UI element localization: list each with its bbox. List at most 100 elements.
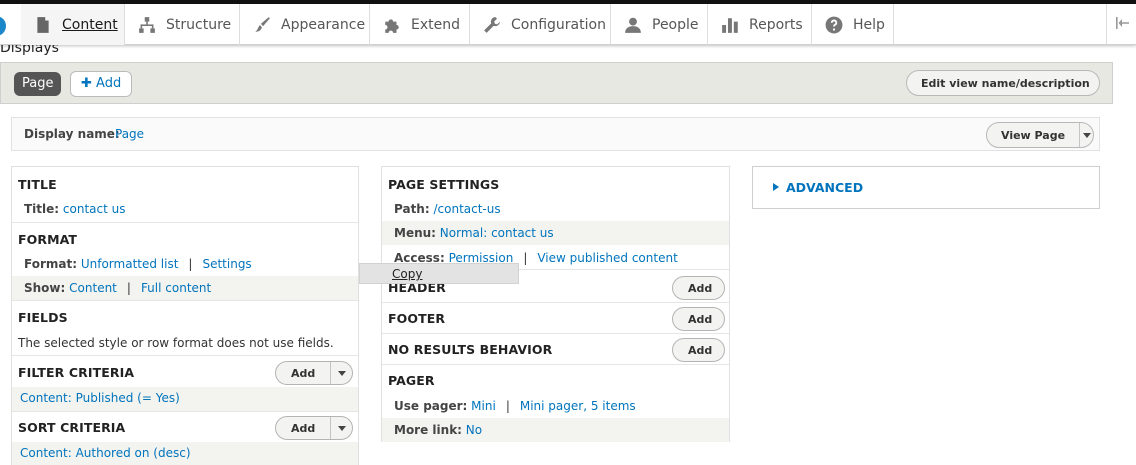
filter-heading: FILTER CRITERIA (18, 365, 135, 380)
access-settings-link[interactable]: View published content (537, 251, 677, 265)
add-display-label: Add (96, 76, 122, 91)
dropdown-arrow-icon[interactable] (330, 417, 352, 439)
sort-heading: SORT CRITERIA (18, 420, 126, 435)
sort-add-dropbutton[interactable]: Add (275, 416, 353, 440)
edit-view-dropbutton[interactable]: Edit view name/description (906, 70, 1100, 96)
path-link[interactable]: /contact-us (433, 202, 500, 216)
format-heading: FORMAT (18, 232, 78, 247)
wrench-icon (482, 15, 502, 35)
fields-note: The selected style or row format does no… (18, 336, 334, 350)
context-menu: Copy (359, 263, 519, 284)
paintbrush-icon (252, 15, 272, 35)
tab-page[interactable]: Page (14, 72, 62, 96)
format-settings-link[interactable]: Settings (202, 257, 251, 271)
separator: | (188, 257, 193, 271)
dropdown-arrow-icon[interactable] (1079, 123, 1093, 147)
show-label: Show: (24, 281, 66, 295)
display-name-link[interactable]: Page (115, 127, 144, 141)
divider (382, 302, 729, 303)
sort-row: Content: Authored on (desc) (20, 446, 191, 460)
toolbar-item-content[interactable]: Content (21, 4, 125, 45)
person-icon (623, 15, 643, 35)
footer-add-button[interactable]: Add (672, 307, 725, 331)
use-pager-row: Use pager: Mini | Mini pager, 5 items (394, 399, 636, 413)
dropdown-arrow-icon[interactable] (330, 362, 352, 384)
menu-link[interactable]: Normal: contact us (440, 226, 554, 240)
toolbar-item-structure[interactable]: Structure (125, 4, 240, 45)
file-icon (33, 15, 53, 35)
question-icon (824, 15, 844, 35)
advanced-toggle[interactable]: ADVANCED (773, 180, 863, 195)
more-link-row: More link: No (394, 423, 482, 437)
pager-heading: PAGER (388, 373, 435, 388)
sort-link[interactable]: Content: Authored on (desc) (20, 446, 191, 460)
puzzle-icon (382, 15, 402, 35)
filter-add-dropbutton[interactable]: Add (275, 361, 353, 385)
toolbar-item-label: Structure (166, 16, 232, 33)
format-link[interactable]: Unformatted list (81, 257, 179, 271)
use-pager-link[interactable]: Mini (471, 399, 496, 413)
use-pager-settings-link[interactable]: Mini pager, 5 items (520, 399, 636, 413)
separator: | (126, 281, 131, 295)
no-results-add-button[interactable]: Add (672, 338, 725, 362)
arrow-left-icon (1114, 16, 1130, 33)
caret-right-icon (773, 183, 779, 191)
page-settings-heading: PAGE SETTINGS (388, 177, 500, 192)
no-results-heading: NO RESULTS BEHAVIOR (388, 342, 553, 357)
toolbar-item-label: Help (853, 16, 885, 33)
filter-link[interactable]: Content: Published (= Yes) (20, 391, 180, 405)
divider (382, 333, 729, 334)
title-label: Title: (24, 202, 60, 216)
more-link-link[interactable]: No (466, 423, 482, 437)
sitemap-icon (137, 15, 157, 35)
toolbar-item-extend[interactable]: Extend (370, 4, 470, 45)
title-heading: TITLE (18, 177, 57, 192)
view-page-label: View Page (1001, 128, 1066, 142)
filter-row: Content: Published (= Yes) (20, 391, 180, 405)
edit-view-label: Edit view name/description (921, 76, 1090, 90)
header-add-label: Add (688, 281, 713, 295)
left-column: TITLE Title: contact us FORMAT Format: U… (11, 166, 359, 465)
divider (12, 411, 358, 412)
toolbar-item-help[interactable]: Help (812, 4, 894, 45)
toolbar-item-label: Appearance (281, 16, 366, 33)
divider (382, 364, 729, 365)
advanced-label: ADVANCED (786, 180, 864, 195)
footer-add-label: Add (688, 312, 713, 326)
view-page-dropbutton[interactable]: View Page (986, 122, 1094, 148)
show-settings-link[interactable]: Full content (141, 281, 211, 295)
toolbar-item-configuration[interactable]: Configuration (470, 4, 611, 45)
plus-icon: ✚ (81, 76, 92, 91)
bar-chart-icon (720, 15, 740, 35)
title-link[interactable]: contact us (63, 202, 126, 216)
admin-toolbar: Content Structure Appearance Extend Conf… (0, 0, 1136, 45)
header-add-button[interactable]: Add (672, 276, 725, 300)
show-link[interactable]: Content (69, 281, 117, 295)
no-results-add-label: Add (688, 343, 713, 357)
toolbar-item-label: Content (62, 16, 118, 33)
menu-label: Menu: (394, 226, 436, 240)
divider (12, 222, 358, 223)
add-display-button[interactable]: ✚ Add (70, 71, 133, 97)
display-name-label: Display name: (24, 127, 120, 141)
advanced-section[interactable]: ADVANCED (752, 166, 1100, 209)
fields-heading: FIELDS (18, 310, 68, 325)
toolbar-item-label: Reports (749, 16, 803, 33)
sort-add-label: Add (291, 421, 316, 435)
toolbar-orientation-toggle[interactable] (1106, 4, 1136, 45)
display-name-row: Display name: Page View Page (11, 117, 1100, 151)
use-pager-label: Use pager: (394, 399, 468, 413)
filter-add-label: Add (291, 366, 316, 380)
toolbar-item-appearance[interactable]: Appearance (240, 4, 370, 45)
more-link-label: More link: (394, 423, 462, 437)
toolbar-item-reports[interactable]: Reports (708, 4, 812, 45)
context-menu-copy[interactable]: Copy (392, 267, 422, 281)
toolbar-item-people[interactable]: People (611, 4, 708, 45)
toolbar-item-label: People (652, 16, 699, 33)
separator: | (505, 399, 510, 413)
path-label: Path: (394, 202, 430, 216)
path-row: Path: /contact-us (394, 202, 501, 216)
toolbar-item-label: Extend (411, 16, 460, 33)
middle-column: PAGE SETTINGS Path: /contact-us Menu: No… (381, 166, 730, 442)
format-row: Format: Unformatted list | Settings (24, 257, 252, 271)
